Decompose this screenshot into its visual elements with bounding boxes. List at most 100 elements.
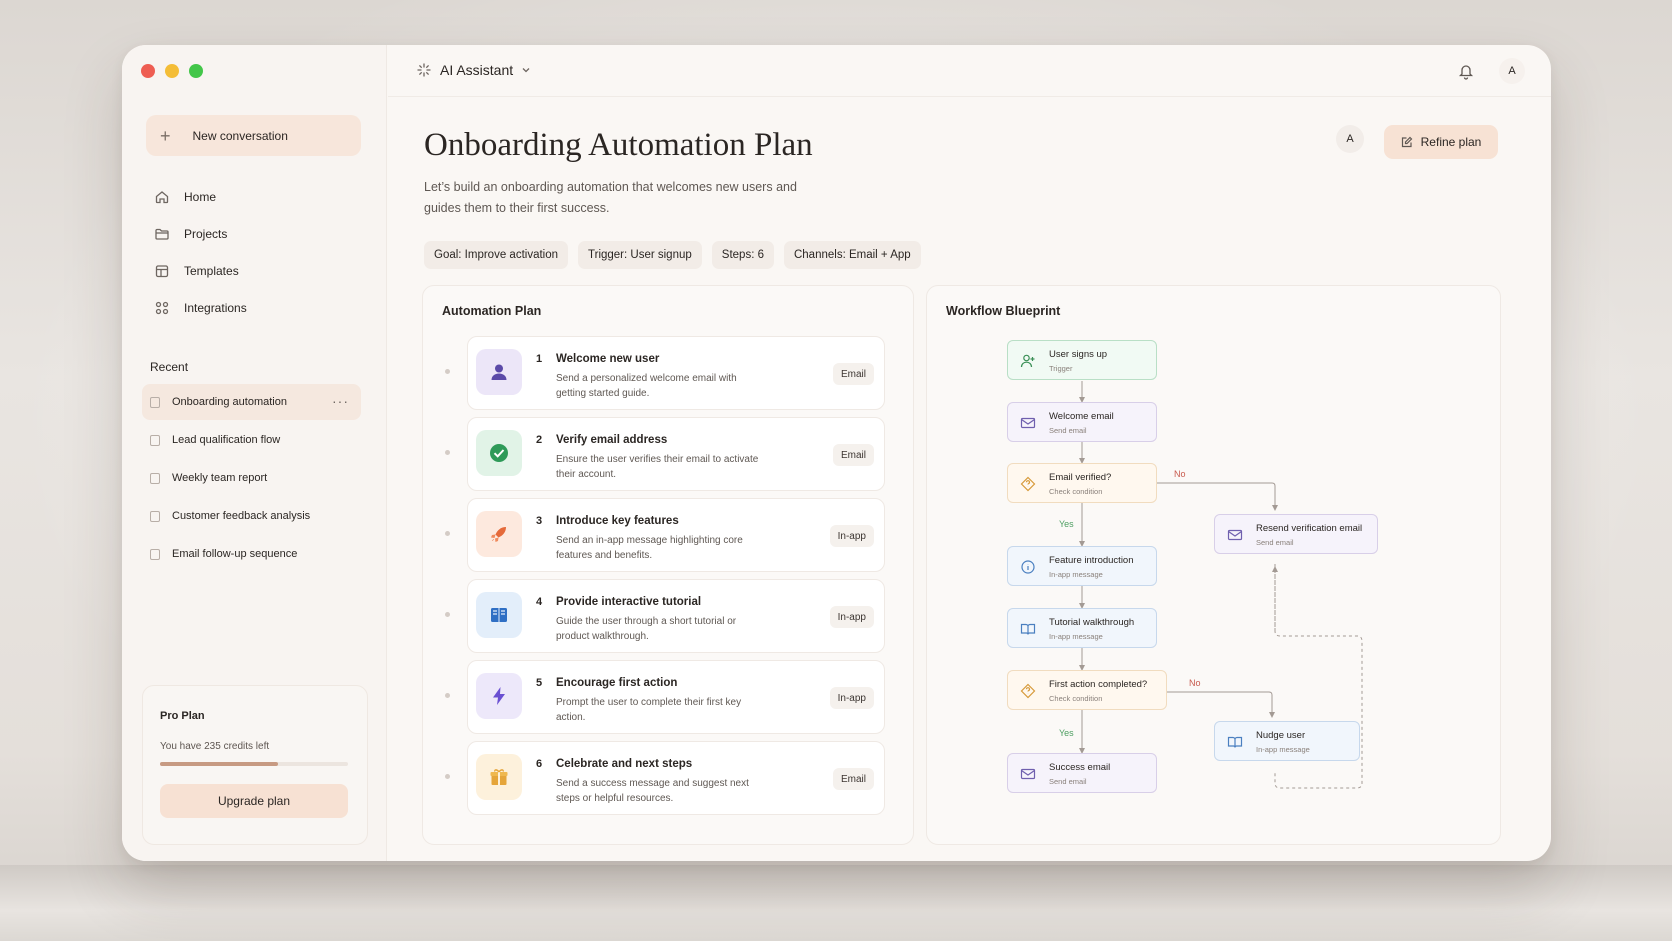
top-bar: AI Assistant A <box>388 45 1551 97</box>
timeline-dot <box>445 612 450 617</box>
step-description: Ensure the user verifies their email to … <box>556 454 759 480</box>
recent-item-label: Customer feedback analysis <box>172 510 311 522</box>
goal-chip: Goal: Improve activation <box>424 241 569 269</box>
sidebar-item-templates[interactable]: Templates <box>154 259 247 283</box>
recent-list: Onboarding automation ··· Lead qualifica… <box>142 384 361 574</box>
step-number: 4 <box>536 596 543 608</box>
channels-chip: Channels: Email + App <box>783 241 921 269</box>
more-options-icon[interactable]: ··· <box>332 393 349 409</box>
recent-item-label: Lead qualification flow <box>172 434 281 446</box>
flow-node-welcome-email[interactable]: Welcome email Send email <box>1007 402 1157 442</box>
channel-badge: In-app <box>829 606 874 628</box>
flow-node-tutorial-walkthrough[interactable]: Tutorial walkthrough In-app message <box>1007 608 1157 648</box>
recent-item[interactable]: Lead qualification flow <box>142 422 361 458</box>
timeline-dot <box>445 774 450 779</box>
recent-item[interactable]: Customer feedback analysis <box>142 498 361 534</box>
node-subtitle: In-app message <box>1049 570 1103 579</box>
node-subtitle: Send email <box>1049 426 1087 435</box>
sidebar-item-home[interactable]: Home <box>154 185 247 209</box>
upgrade-plan-button[interactable]: Upgrade plan <box>160 784 348 818</box>
trigger-chip: Trigger: User signup <box>578 241 702 269</box>
timeline-dot <box>445 450 450 455</box>
recent-item[interactable]: Email follow-up sequence <box>142 536 361 572</box>
node-title: First action completed? <box>1049 679 1148 690</box>
minimize-window-button[interactable] <box>165 64 179 78</box>
recent-item-label: Weekly team report <box>172 472 268 484</box>
node-subtitle: Send email <box>1256 538 1294 547</box>
plan-steps: 1 Welcome new user Send a personalized w… <box>445 336 885 822</box>
maximize-window-button[interactable] <box>189 64 203 78</box>
node-subtitle: Send email <box>1049 777 1087 786</box>
timeline-dot <box>445 369 450 374</box>
refine-plan-button[interactable]: Refine plan <box>1384 125 1498 159</box>
flow-node-first-action-completed[interactable]: First action completed? Check condition <box>1007 670 1167 710</box>
flow-node-feature-introduction[interactable]: Feature introduction In-app message <box>1007 546 1157 586</box>
plan-step[interactable]: 2 Verify email address Ensure the user v… <box>445 417 885 491</box>
plan-step[interactable]: 6 Celebrate and next steps Send a succes… <box>445 741 885 815</box>
recent-item-label: Onboarding automation <box>172 396 287 408</box>
steps-chip: Steps: 6 <box>711 241 774 269</box>
recent-item[interactable]: Onboarding automation ··· <box>142 384 361 420</box>
assistant-selector[interactable]: AI Assistant <box>416 62 531 78</box>
plan-summary-chips: Goal: Improve activation Trigger: User s… <box>424 241 921 269</box>
node-title: Feature introduction <box>1049 555 1134 566</box>
rocket-icon <box>476 511 522 557</box>
plan-step[interactable]: 3 Introduce key features Send an in-app … <box>445 498 885 572</box>
plus-icon: + <box>160 125 171 146</box>
plan-step[interactable]: 4 Provide interactive tutorial Guide the… <box>445 579 885 653</box>
user-avatar[interactable]: A <box>1499 58 1525 84</box>
close-window-button[interactable] <box>141 64 155 78</box>
node-subtitle: In-app message <box>1256 745 1310 754</box>
edit-icon <box>1401 136 1412 148</box>
document-icon <box>150 510 160 522</box>
flow-node-user-signs-up[interactable]: User signs up Trigger <box>1007 340 1157 380</box>
plan-step[interactable]: 5 Encourage first action Prompt the user… <box>445 660 885 734</box>
collaborator-avatar[interactable]: A <box>1336 125 1364 153</box>
branch-label-no: No <box>1189 678 1201 688</box>
credits-progress-fill <box>160 762 279 766</box>
page-title: Onboarding Automation Plan <box>424 127 813 163</box>
step-title: Introduce key features <box>556 515 679 527</box>
step-title: Celebrate and next steps <box>556 758 693 770</box>
workflow-blueprint-panel: Workflow Blueprint User signs up Trigger… <box>926 285 1501 845</box>
plan-step[interactable]: 1 Welcome new user Send a personalized w… <box>445 336 885 410</box>
step-description: Prompt the user to complete their first … <box>556 697 742 723</box>
timeline-dot <box>445 531 450 536</box>
step-description: Send a personalized welcome email with g… <box>556 373 737 399</box>
sidebar-item-projects[interactable]: Projects <box>154 222 247 246</box>
node-subtitle: Check condition <box>1049 487 1103 496</box>
mail-icon <box>1020 417 1036 429</box>
node-title: User signs up <box>1049 349 1108 360</box>
document-icon <box>150 548 160 560</box>
sidebar-item-label: Integrations <box>184 301 247 315</box>
refine-plan-label: Refine plan <box>1420 135 1482 149</box>
sidebar-item-integrations[interactable]: Integrations <box>154 296 247 320</box>
new-conversation-button[interactable]: + New conversation <box>146 115 361 156</box>
flow-node-resend-verification[interactable]: Resend verification email Send email <box>1214 514 1378 554</box>
node-title: Tutorial walkthrough <box>1049 617 1135 628</box>
pro-plan-card: Pro Plan You have 235 credits left Upgra… <box>142 685 368 845</box>
channel-badge: In-app <box>829 525 874 547</box>
book-open-icon <box>1020 623 1036 635</box>
flow-node-email-verified[interactable]: Email verified? Check condition <box>1007 463 1157 503</box>
bell-icon[interactable] <box>1458 62 1474 80</box>
node-subtitle: Check condition <box>1049 694 1103 703</box>
recent-item[interactable]: Weekly team report <box>142 460 361 496</box>
book-open-icon <box>1227 736 1243 748</box>
recent-item-label: Email follow-up sequence <box>172 548 298 560</box>
flow-node-success-email[interactable]: Success email Send email <box>1007 753 1157 793</box>
step-title: Verify email address <box>556 434 668 446</box>
branch-label-yes: Yes <box>1059 519 1074 529</box>
credits-progress-bar <box>160 762 348 766</box>
node-title: Resend verification email <box>1256 523 1363 534</box>
condition-diamond-icon <box>1020 476 1036 492</box>
flow-node-nudge-user[interactable]: Nudge user In-app message <box>1214 721 1360 761</box>
condition-diamond-icon <box>1020 683 1036 699</box>
step-title: Encourage first action <box>556 677 678 689</box>
step-title: Provide interactive tutorial <box>556 596 702 608</box>
document-icon <box>150 472 160 484</box>
user-plus-icon <box>1020 354 1035 368</box>
home-icon <box>155 191 169 204</box>
info-circle-icon <box>1021 560 1035 574</box>
user-icon <box>476 349 522 395</box>
